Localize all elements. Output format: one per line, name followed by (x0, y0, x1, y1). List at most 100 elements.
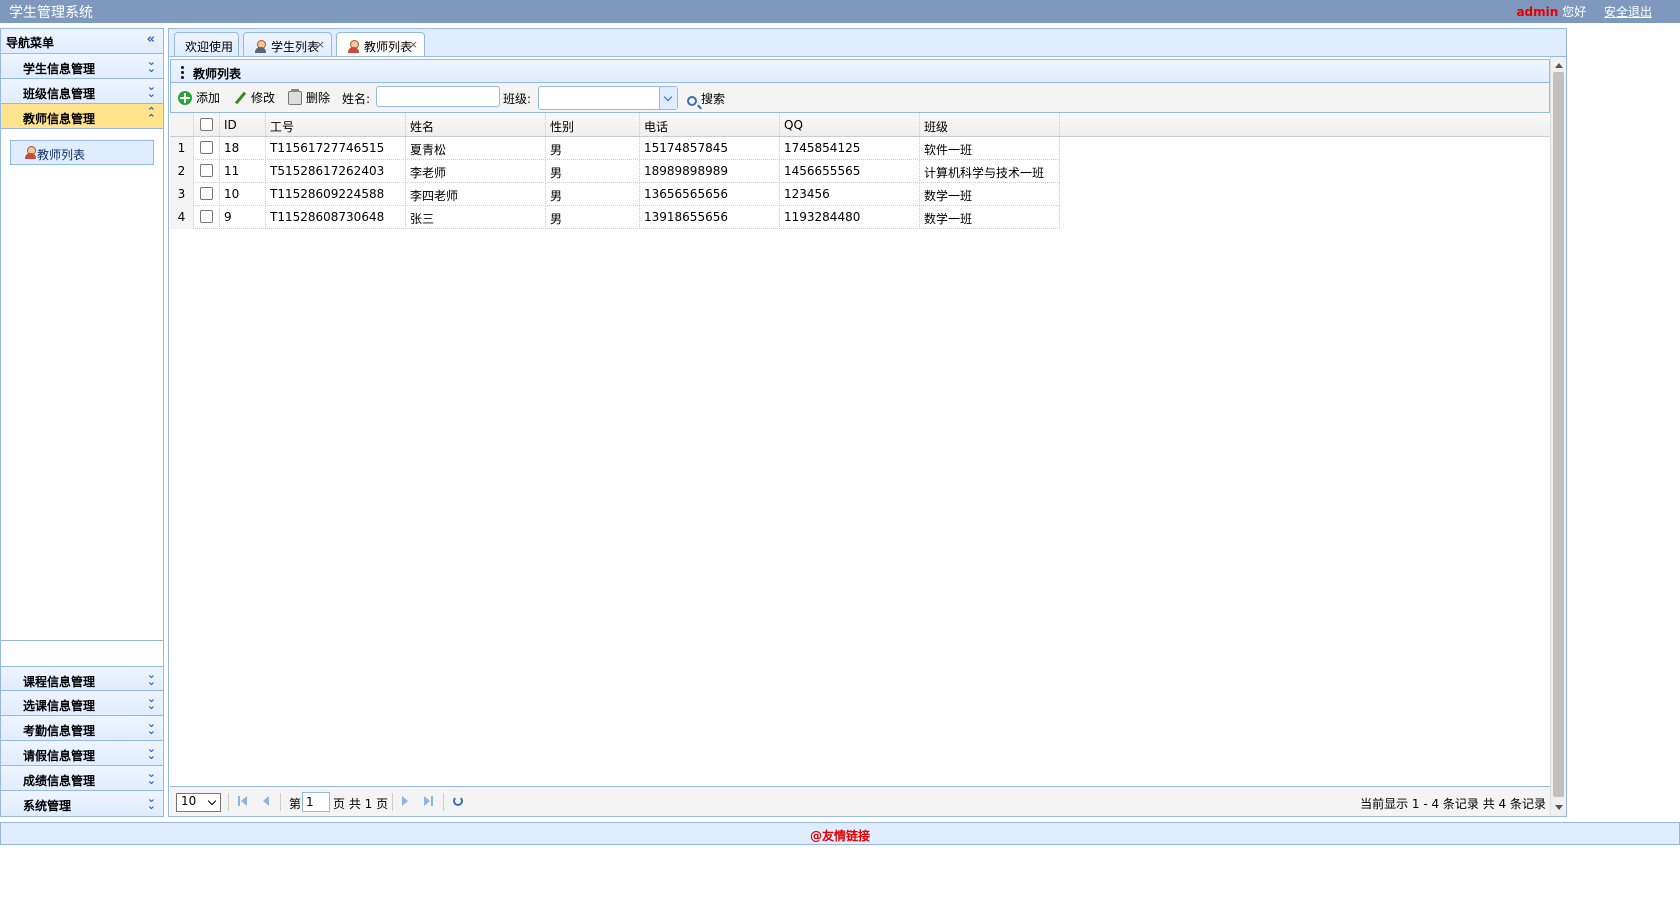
row-checkbox[interactable] (200, 210, 213, 223)
header-username: admin (1516, 5, 1559, 19)
toolbar: 添加 修改 删除 姓名: 班级: 搜索 (170, 83, 1550, 113)
pager-separator (280, 793, 281, 811)
vertical-dots-icon (181, 66, 184, 79)
cell-sex: 男 (546, 160, 640, 183)
double-chevron-left-icon[interactable]: « (147, 32, 155, 47)
delete-button[interactable]: 删除 (288, 89, 330, 106)
sidebar-group-label: 成绩信息管理 (23, 774, 96, 788)
tab-student-list[interactable]: 学生列表 × (243, 32, 332, 58)
footer: @友情链接 (0, 822, 1680, 845)
close-icon[interactable]: × (409, 38, 418, 51)
row-checkbox[interactable] (200, 187, 213, 200)
page-size-select[interactable]: 10 (176, 793, 221, 812)
row-number: 4 (170, 206, 194, 229)
cell-id: 9 (220, 206, 266, 229)
sidebar-item-teacher-list[interactable]: 教师列表 (10, 140, 154, 165)
sidebar-group-label: 学生信息管理 (23, 62, 96, 76)
double-chevron-down-icon: ⌄ ⌄ (146, 692, 156, 712)
user-icon (24, 146, 37, 159)
sidebar-group-system[interactable]: 系统管理 ⌄ ⌄ (1, 791, 163, 816)
sidebar-group-class[interactable]: 班级信息管理 ⌄ ⌄ (1, 79, 163, 104)
col-header-id[interactable]: ID (220, 113, 266, 136)
navigation-sidebar: 导航菜单 « 学生信息管理 ⌄ ⌄ 班级信息管理 ⌄ ⌄ 教师信息管理 ⌃ ⌃ 教师列… (0, 28, 164, 817)
cell-name: 李四老师 (406, 183, 546, 206)
table-row[interactable]: 2 11 T51528617262403 李老师 男 18989898989 1… (170, 160, 1060, 183)
table-header: ID 工号 姓名 性别 电话 QQ 班级 (170, 113, 1550, 137)
double-chevron-down-icon: ⌄ ⌄ (146, 792, 156, 812)
sidebar-group-score[interactable]: 成绩信息管理 ⌄ ⌄ (1, 766, 163, 791)
first-page-icon[interactable] (238, 796, 248, 806)
delete-icon (288, 89, 302, 105)
sidebar-group-selection[interactable]: 选课信息管理 ⌄ ⌄ (1, 691, 163, 716)
table-row[interactable]: 3 10 T11528609224588 李四老师 男 13656565656 … (170, 183, 1060, 206)
sidebar-group-attendance[interactable]: 考勤信息管理 ⌄ ⌄ (1, 716, 163, 741)
select-all-cell[interactable] (194, 113, 220, 136)
tab-welcome[interactable]: 欢迎使用 (174, 32, 239, 58)
sidebar-group-teacher[interactable]: 教师信息管理 ⌃ ⌃ (1, 104, 163, 129)
scroll-down-icon[interactable] (1555, 805, 1563, 810)
cell-qq: 123456 (780, 183, 920, 206)
row-checkbox-cell[interactable] (194, 137, 220, 160)
col-header-class[interactable]: 班级 (920, 113, 1060, 136)
page-number-input[interactable]: 1 (302, 792, 330, 812)
select-all-checkbox[interactable] (200, 118, 213, 131)
row-number: 2 (170, 160, 194, 183)
logout-link[interactable]: 安全退出 (1604, 5, 1652, 19)
row-checkbox-cell[interactable] (194, 160, 220, 183)
name-input[interactable] (376, 86, 500, 107)
row-checkbox[interactable] (200, 141, 213, 154)
next-page-icon[interactable] (401, 796, 411, 806)
sidebar-group-student[interactable]: 学生信息管理 ⌄ ⌄ (1, 54, 163, 79)
row-checkbox-cell[interactable] (194, 183, 220, 206)
cell-phone: 18989898989 (640, 160, 780, 183)
vertical-scrollbar[interactable] (1550, 57, 1566, 816)
delete-button-label: 删除 (306, 91, 331, 105)
row-checkbox-cell[interactable] (194, 206, 220, 229)
edit-button[interactable]: 修改 (233, 89, 275, 106)
row-number: 3 (170, 183, 194, 206)
cell-name: 李老师 (406, 160, 546, 183)
page-number-value: 1 (306, 795, 314, 809)
last-page-icon[interactable] (423, 796, 433, 806)
sidebar-group-teacher-body: 教师列表 (1, 129, 163, 641)
cell-qq: 1456655565 (780, 160, 920, 183)
col-header-name[interactable]: 姓名 (406, 113, 546, 136)
double-chevron-down-icon: ⌄ ⌄ (146, 742, 156, 762)
search-button[interactable]: 搜索 (687, 90, 725, 107)
cell-sn: T51528617262403 (266, 160, 406, 183)
tab-teacher-list[interactable]: 教师列表 × (336, 32, 425, 58)
col-header-qq[interactable]: QQ (780, 113, 920, 136)
sidebar-group-leave[interactable]: 请假信息管理 ⌄ ⌄ (1, 741, 163, 766)
table-row[interactable]: 4 9 T11528608730648 张三 男 13918655656 119… (170, 206, 1060, 229)
cell-sn: T11528608730648 (266, 206, 406, 229)
class-select[interactable] (538, 86, 678, 110)
sidebar-title-text: 导航菜单 (6, 36, 55, 50)
col-header-phone[interactable]: 电话 (640, 113, 780, 136)
row-checkbox[interactable] (200, 164, 213, 177)
double-chevron-up-icon: ⌃ ⌃ (146, 105, 156, 125)
add-button[interactable]: 添加 (178, 89, 220, 106)
sidebar-group-label: 教师信息管理 (23, 112, 96, 126)
scroll-up-icon[interactable] (1555, 63, 1563, 68)
teacher-table: ID 工号 姓名 性别 电话 QQ 班级 1 18 T1156172774651… (170, 113, 1550, 229)
sidebar-item-label: 教师列表 (37, 148, 86, 162)
sidebar-group-course[interactable]: 课程信息管理 ⌄ ⌄ (1, 666, 163, 691)
close-icon[interactable]: × (316, 38, 325, 51)
col-header-sn[interactable]: 工号 (266, 113, 406, 136)
scroll-thumb[interactable] (1553, 72, 1564, 797)
sidebar-group-label: 课程信息管理 (23, 675, 96, 689)
sidebar-group-label: 系统管理 (23, 799, 72, 813)
search-icon (687, 96, 697, 106)
cell-class: 软件一班 (920, 137, 1060, 160)
sidebar-title: 导航菜单 « (1, 29, 163, 54)
table-row[interactable]: 1 18 T11561727746515 夏青松 男 15174857845 1… (170, 137, 1060, 160)
tab-strip: 欢迎使用 学生列表 × 教师列表 × (168, 28, 1567, 58)
footer-link[interactable]: @友情链接 (810, 829, 870, 843)
cell-class: 数学一班 (920, 183, 1060, 206)
col-header-sex[interactable]: 性别 (546, 113, 640, 136)
prev-page-icon[interactable] (260, 796, 270, 806)
class-label: 班级: (503, 92, 532, 106)
cell-class: 数学一班 (920, 206, 1060, 229)
chevron-down-icon[interactable] (659, 87, 677, 109)
refresh-icon[interactable] (453, 796, 463, 806)
